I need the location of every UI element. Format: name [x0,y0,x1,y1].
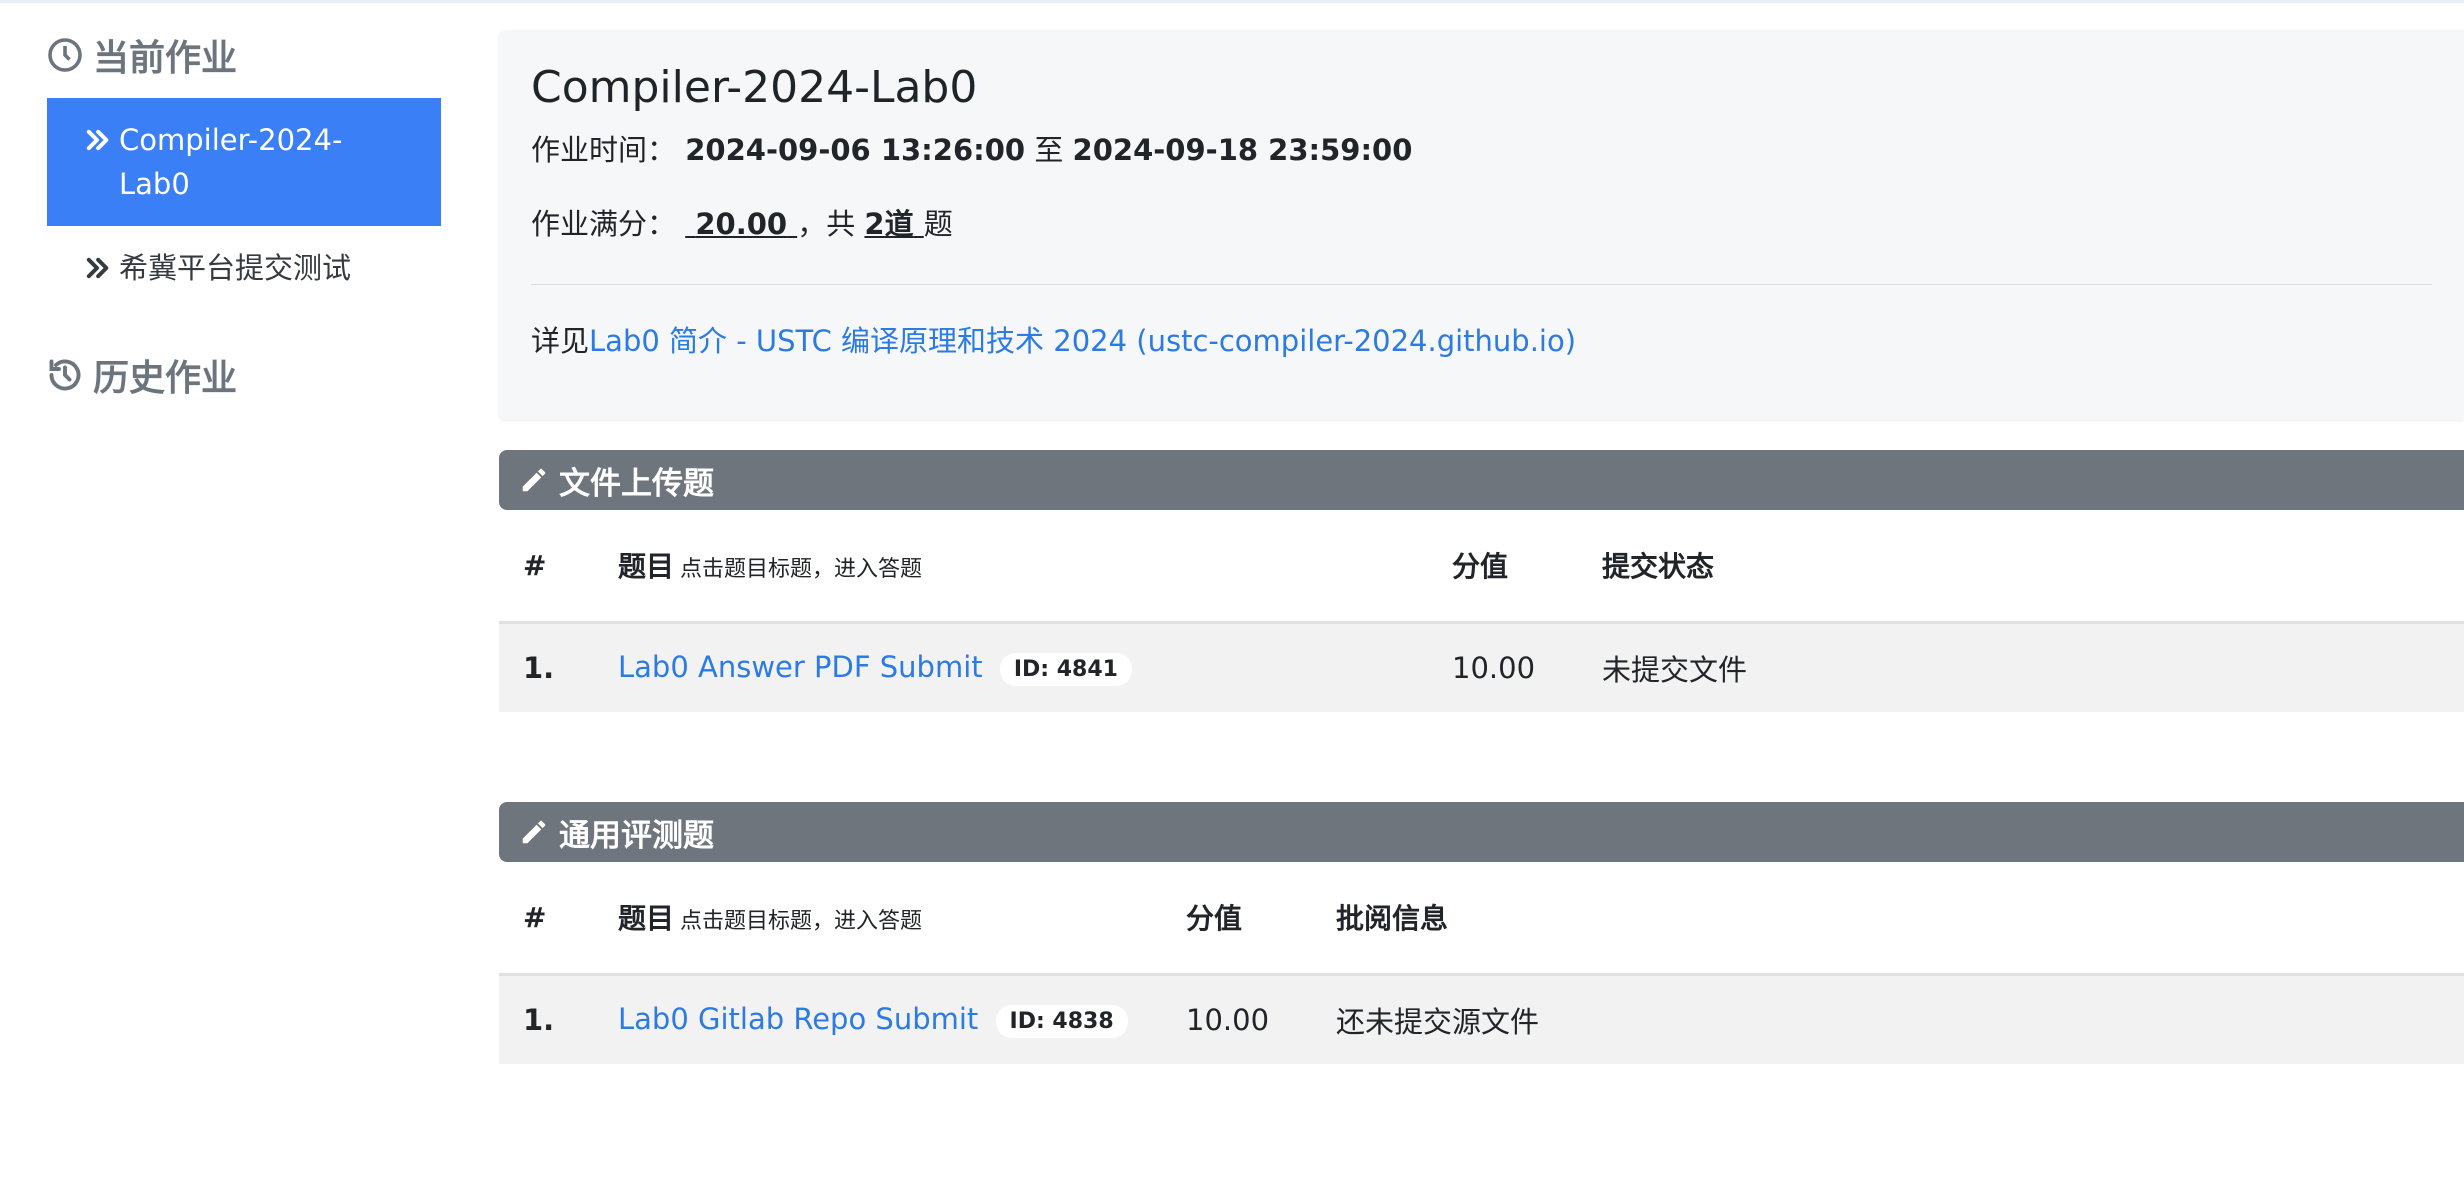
row-review: 还未提交源文件 [1336,974,2464,1064]
question-link-lab0-gitlab-repo[interactable]: Lab0 Gitlab Repo Submit [618,1002,978,1036]
row-num: 1. [499,622,618,712]
full-score: 20.00 [695,207,788,241]
id-badge: ID: 4841 [999,652,1132,686]
assignment-title: Compiler-2024-Lab0 [531,62,978,113]
divider [531,284,2432,285]
sidebar-item-xiji-test[interactable]: 希冀平台提交测试 [47,226,441,310]
sidebar-item-label: 希冀平台提交测试 [119,251,352,285]
col-score: 分值 [1186,862,1336,976]
sidebar-item-label: Compiler-2024-Lab0 [119,123,343,201]
col-review: 批阅信息 [1336,862,2464,976]
start-time: 2024-09-06 13:26:00 [685,133,1026,167]
col-num: # [499,510,618,624]
id-badge: ID: 4838 [995,1004,1128,1038]
current-homework-label: 当前作业 [93,38,238,79]
double-chevron-right-icon [86,257,109,279]
general-judge-section-header: 通用评测题 [499,802,2464,862]
current-homework-list: Compiler-2024-Lab0 希冀平台提交测试 [47,98,441,310]
clock-icon [48,38,82,72]
main-content: Compiler-2024-Lab0 作业时间： 2024-09-06 13:2… [499,30,2464,1064]
col-title: 题目 点击题目标题，进入答题 [618,862,1186,976]
row-score: 10.00 [1186,974,1336,1064]
question-count: 2道 [864,207,914,241]
table-row: 1. Lab0 Answer PDF Submit ID: 4841 10.00… [499,622,2464,712]
file-upload-table: # 题目 点击题目标题，进入答题 分值 提交状态 1. Lab0 Answer P… [499,510,2464,712]
row-num: 1. [499,974,618,1064]
top-border [0,0,2464,3]
history-homework-heading[interactable]: 历史作业 [47,350,441,400]
assignment-score: 作业满分： 20.00 ，共 2道 题 [531,207,953,241]
col-status: 提交状态 [1602,510,2464,624]
general-judge-table: # 题目 点击题目标题，进入答题 分值 批阅信息 1. Lab0 Gitlab R… [499,862,2464,1064]
row-title-cell: Lab0 Gitlab Repo Submit ID: 4838 [618,974,1186,1064]
pencil-icon [522,468,546,492]
row-status: 未提交文件 [1602,622,2464,712]
sidebar: 当前作业 Compiler-2024-Lab0 希冀平台提交测试 历史作业 [47,30,441,400]
file-upload-section-header: 文件上传题 [499,450,2464,510]
question-link-lab0-answer-pdf[interactable]: Lab0 Answer PDF Submit [618,650,983,684]
col-title: 题目 点击题目标题，进入答题 [618,510,1452,624]
history-homework-label: 历史作业 [93,358,238,399]
current-homework-heading: 当前作业 [47,30,441,80]
assignment-info-card: Compiler-2024-Lab0 作业时间： 2024-09-06 13:2… [499,30,2464,420]
lab0-intro-link[interactable]: Lab0 简介 - USTC 编译原理和技术 2024 (ustc-compil… [589,324,1576,358]
pencil-icon [522,820,546,844]
row-title-cell: Lab0 Answer PDF Submit ID: 4841 [618,622,1452,712]
end-time: 2024-09-18 23:59:00 [1072,133,1413,167]
col-score: 分值 [1452,510,1602,624]
sidebar-item-compiler-lab0[interactable]: Compiler-2024-Lab0 [47,98,441,226]
assignment-time: 作业时间： 2024-09-06 13:26:00 至 2024-09-18 2… [531,133,1413,167]
history-icon [49,359,81,391]
assignment-detail: 详见Lab0 简介 - USTC 编译原理和技术 2024 (ustc-comp… [531,324,1577,358]
col-num: # [499,862,618,976]
table-row: 1. Lab0 Gitlab Repo Submit ID: 4838 10.0… [499,974,2464,1064]
row-score: 10.00 [1452,622,1602,712]
double-chevron-right-icon [86,129,109,151]
